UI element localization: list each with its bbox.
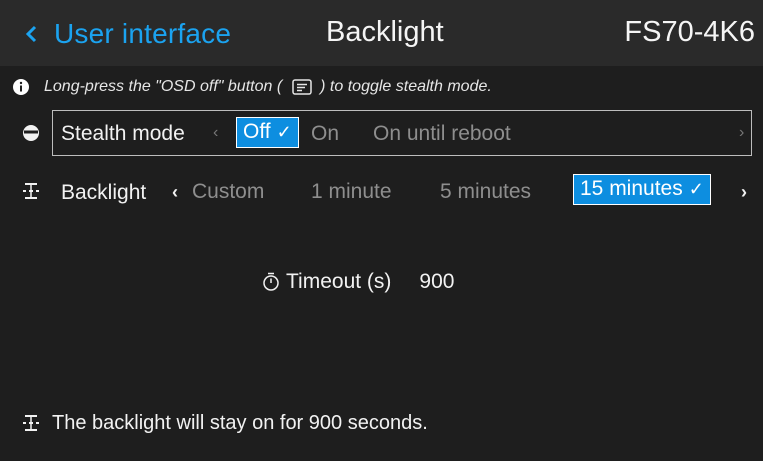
info-message: Long-press the "OSD off" button ( ) to t… — [12, 76, 492, 98]
backlight-option-1-minute[interactable]: 1 minute — [311, 180, 392, 204]
stealth-option-off[interactable]: Off ✓ — [236, 117, 299, 148]
check-icon: ✓ — [276, 122, 292, 142]
check-icon: ✓ — [688, 179, 704, 199]
header-bar: User interface Backlight FS70-4K6 — [0, 0, 763, 66]
timeout-label: Timeout (s) — [286, 270, 392, 293]
stealth-prev-arrow[interactable]: ‹ — [213, 124, 218, 142]
stealth-icon — [23, 125, 39, 141]
backlight-prev-arrow[interactable]: ‹ — [172, 182, 178, 203]
backlight-option-15-minutes[interactable]: 15 minutes ✓ — [573, 174, 711, 205]
back-button[interactable]: User interface — [18, 14, 231, 54]
backlight-next-arrow[interactable]: › — [741, 182, 747, 203]
info-text-start: Long-press the "OSD off" button ( — [44, 78, 283, 95]
info-icon — [13, 79, 29, 95]
backlight-icon — [23, 415, 39, 431]
osd-key-icon — [292, 79, 312, 95]
stealth-next-arrow[interactable]: › — [739, 124, 744, 142]
status-text: The backlight will stay on for 900 secon… — [52, 411, 428, 434]
stealth-mode-selector[interactable]: Stealth mode ‹ Off ✓ On On until reboot › — [52, 110, 752, 156]
timeout-value[interactable]: 900 — [419, 270, 454, 294]
stealth-option-on-until-reboot[interactable]: On until reboot — [373, 122, 511, 146]
timeout-row: Timeout (s) 900 — [262, 268, 454, 296]
stealth-option-off-label: Off — [243, 120, 271, 143]
backlight-option-custom[interactable]: Custom — [192, 180, 264, 204]
backlight-label: Backlight — [61, 181, 147, 204]
stealth-mode-label: Stealth mode — [61, 122, 185, 145]
back-label: User interface — [54, 18, 232, 49]
backlight-option-15-minutes-label: 15 minutes — [580, 177, 683, 200]
backlight-option-5-minutes[interactable]: 5 minutes — [440, 180, 531, 204]
status-message: The backlight will stay on for 900 secon… — [22, 410, 428, 436]
info-text-end: ) to toggle stealth mode. — [320, 78, 492, 95]
timer-icon — [263, 272, 279, 291]
chevron-left-icon — [25, 25, 37, 43]
page-title: Backlight — [326, 16, 444, 48]
stealth-option-on[interactable]: On — [311, 122, 339, 146]
device-name: FS70-4K6 — [624, 16, 755, 48]
backlight-icon — [23, 183, 39, 199]
main-content: Long-press the "OSD off" button ( ) to t… — [0, 66, 763, 461]
